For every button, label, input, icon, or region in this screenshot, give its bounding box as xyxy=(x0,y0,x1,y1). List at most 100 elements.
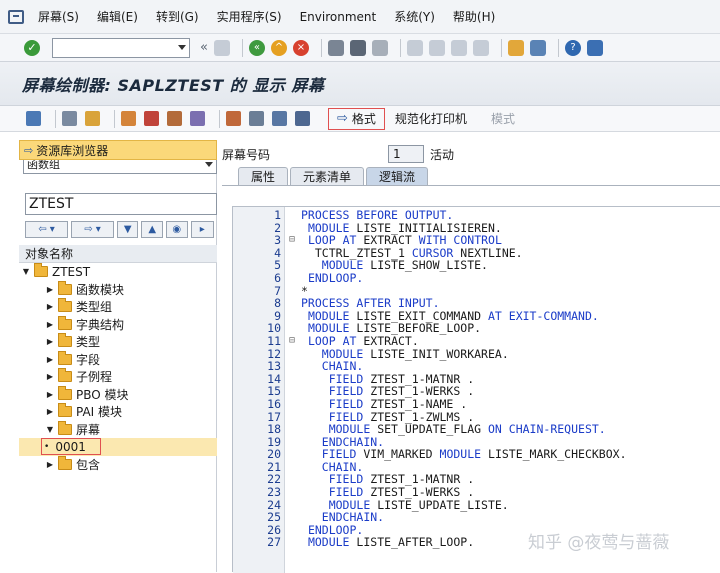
flow-logic-editor[interactable]: 1 PROCESS BEFORE OUTPUT. 2 MODULE LISTE_IN… xyxy=(232,206,720,573)
tree-node-root[interactable]: ▼ ZTEST xyxy=(19,263,217,281)
find-icon[interactable] xyxy=(349,39,366,56)
active-inactive-icon[interactable] xyxy=(85,111,100,126)
collapsed-toggle-icon[interactable]: ▶ xyxy=(45,407,55,416)
code-line[interactable]: 16 FIELD ZTEST_1-NAME . xyxy=(233,398,720,411)
code-line[interactable]: 11 ⊟ LOOP AT EXTRACT. xyxy=(233,335,720,348)
tree-node-includes[interactable]: ▶ 包含 xyxy=(19,455,217,474)
previous-object-button[interactable]: ⇦ ▾ xyxy=(25,220,68,238)
cancel-icon[interactable]: × xyxy=(292,39,309,56)
code-line[interactable]: 18 MODULE SET_UPDATE_FLAG ON CHAIN-REQUE… xyxy=(233,423,720,436)
fold-toggle-icon[interactable]: ⊟ xyxy=(287,335,297,348)
last-page-icon[interactable] xyxy=(472,39,489,56)
tab-element-list[interactable]: 元素清单 xyxy=(290,167,365,186)
display-change-icon[interactable] xyxy=(62,111,77,126)
code-area[interactable]: 1 PROCESS BEFORE OUTPUT. 2 MODULE LISTE_IN… xyxy=(233,209,720,549)
enter-check-icon[interactable]: ✓ xyxy=(24,39,40,56)
new-session-icon[interactable] xyxy=(507,39,524,56)
hierarchy-icon[interactable] xyxy=(226,111,241,126)
table-icon[interactable] xyxy=(272,111,287,126)
print-icon[interactable] xyxy=(327,39,344,56)
tab-flow-logic[interactable]: 逻辑流 xyxy=(366,167,429,186)
tree-node-subroutines[interactable]: ▶ 子例程 xyxy=(19,368,217,386)
first-page-icon[interactable] xyxy=(406,39,423,56)
collapsed-toggle-icon[interactable]: ▶ xyxy=(45,460,55,469)
mode-button[interactable]: 模式 xyxy=(491,110,515,127)
object-type-select[interactable]: 函数组 xyxy=(23,160,217,174)
code-line[interactable]: 8 PROCESS AFTER INPUT. xyxy=(233,297,720,310)
menu-screen[interactable]: 屏幕(S) xyxy=(38,8,79,25)
activate-icon[interactable] xyxy=(190,111,205,126)
edit-pencil-icon[interactable] xyxy=(144,111,159,126)
line-number: 18 xyxy=(267,422,281,437)
menu-environment[interactable]: Environment xyxy=(300,10,377,24)
collapse-up-icon[interactable]: ▲ xyxy=(141,220,163,238)
tree-node-type-groups[interactable]: ▶ 类型组 xyxy=(19,298,217,316)
fold-toggle-icon[interactable]: ⊟ xyxy=(287,234,297,247)
code-line[interactable]: 20 FIELD VIM_MARKED MODULE LISTE_MARK_CH… xyxy=(233,448,720,461)
code-line[interactable]: 25 ENDCHAIN. xyxy=(233,511,720,524)
previous-page-icon[interactable] xyxy=(428,39,445,56)
expanded-toggle-icon[interactable]: ▼ xyxy=(45,425,55,434)
tab-attributes[interactable]: 属性 xyxy=(238,167,289,186)
shortcut-icon[interactable] xyxy=(529,39,546,56)
menu-goto[interactable]: 转到(G) xyxy=(156,8,199,25)
tree-node-fields[interactable]: ▶ 字段 xyxy=(19,350,217,369)
tree-node-pbo-modules[interactable]: ▶ PBO 模块 xyxy=(19,385,217,404)
find-next-icon[interactable] xyxy=(371,39,388,56)
collapse-chevron-icon[interactable]: « xyxy=(200,40,208,55)
tree-node-function-modules[interactable]: ▶ 函数模块 xyxy=(19,280,217,299)
code-line[interactable]: 23 FIELD ZTEST_1-WERKS . xyxy=(233,486,720,499)
collapsed-toggle-icon[interactable]: ▶ xyxy=(45,302,55,311)
navigate-back-icon[interactable] xyxy=(26,111,41,126)
code-text: LOOP AT EXTRACT WITH CONTROL xyxy=(307,233,502,248)
chevron-down-icon[interactable] xyxy=(205,162,213,167)
folder-icon xyxy=(58,333,72,348)
code-line[interactable]: 3 ⊟ LOOP AT EXTRACT WITH CONTROL xyxy=(233,234,720,247)
object-name-input[interactable]: ZTEST xyxy=(25,193,217,215)
menu-edit[interactable]: 编辑(E) xyxy=(97,8,138,25)
check-icon[interactable] xyxy=(167,111,182,126)
folder-icon xyxy=(58,350,72,365)
collapsed-toggle-icon[interactable]: ▶ xyxy=(45,320,55,329)
tree-node-screens[interactable]: ▼ 屏幕 xyxy=(19,420,217,439)
normalized-print-button[interactable]: 规范化打印机 xyxy=(395,110,467,127)
folder-open-icon xyxy=(34,263,48,278)
layout-menu-icon[interactable] xyxy=(586,39,603,56)
code-line[interactable]: 13 CHAIN. xyxy=(233,360,720,373)
selected-screen-highlight[interactable]: • 0001 xyxy=(41,438,101,456)
tree-node-pai-modules[interactable]: ▶ PAI 模块 xyxy=(19,403,217,421)
tree-node-screen-0001[interactable]: • 0001 xyxy=(19,438,217,456)
line-number: 11 xyxy=(267,333,281,348)
back-icon[interactable]: « xyxy=(248,39,265,56)
leaf-bullet-icon: • xyxy=(44,441,50,452)
menu-help[interactable]: 帮助(H) xyxy=(453,8,495,25)
menu-utilities[interactable]: 实用程序(S) xyxy=(217,8,282,25)
code-line[interactable]: 1 PROCESS BEFORE OUTPUT. xyxy=(233,209,720,222)
expanded-toggle-icon[interactable]: ▼ xyxy=(21,267,31,276)
menu-system[interactable]: 系统(Y) xyxy=(394,8,435,25)
tree-node-types[interactable]: ▶ 类型 xyxy=(19,333,217,351)
help-icon[interactable]: ? xyxy=(564,39,581,56)
collapsed-toggle-icon[interactable]: ▶ xyxy=(45,372,55,381)
expand-down-icon[interactable]: ▼ xyxy=(116,220,139,238)
command-field[interactable] xyxy=(52,37,190,58)
format-button[interactable]: ⇨ 格式 xyxy=(328,107,385,130)
binoculars-icon[interactable]: ◉ xyxy=(166,220,188,238)
next-object-button[interactable]: ⇨ ▾ xyxy=(70,220,114,238)
repository-browser-tab[interactable]: ⇨ 资源库浏览器 xyxy=(19,140,217,160)
window-menu-icon[interactable] xyxy=(8,9,24,24)
more-chevron-icon[interactable]: ▸ xyxy=(190,220,214,238)
align-icon[interactable] xyxy=(249,111,264,126)
object-list-icon[interactable] xyxy=(121,111,136,126)
collapsed-toggle-icon[interactable]: ▶ xyxy=(45,390,55,399)
exit-icon[interactable]: ^ xyxy=(270,39,287,56)
collapsed-toggle-icon[interactable]: ▶ xyxy=(45,337,55,346)
info-icon[interactable] xyxy=(295,111,310,126)
code-line[interactable]: 6 ENDLOOP. xyxy=(233,272,720,285)
save-icon[interactable] xyxy=(213,39,230,56)
tree-node-dictionary-structures[interactable]: ▶ 字典结构 xyxy=(19,315,217,334)
collapsed-toggle-icon[interactable]: ▶ xyxy=(45,355,55,364)
chevron-down-icon[interactable] xyxy=(178,44,186,50)
next-page-icon[interactable] xyxy=(450,39,467,56)
collapsed-toggle-icon[interactable]: ▶ xyxy=(45,285,55,294)
